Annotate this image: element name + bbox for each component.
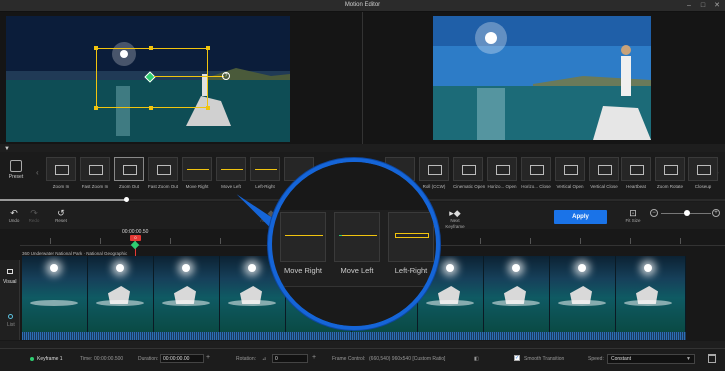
preset-move-left[interactable]: Move Left <box>216 157 246 189</box>
preset-zoom-in[interactable]: Zoom In <box>46 157 76 189</box>
close-icon[interactable]: ✕ <box>713 2 721 10</box>
preset-vertical-open[interactable]: Vertical Open <box>555 157 585 189</box>
undo-button[interactable]: ↶ Undo <box>3 208 25 224</box>
chevron-down-icon: ▼ <box>686 356 691 362</box>
title-bar: Motion Editor – □ ✕ <box>0 0 725 12</box>
audio-waveform <box>22 332 686 340</box>
clip-frame <box>22 256 88 332</box>
zoom-out-icon[interactable]: − <box>650 209 658 217</box>
keyframe-label: Keyframe 1 <box>37 356 63 362</box>
magnified-preset-move-right <box>280 212 326 262</box>
time-value: 00:00:00.500 <box>94 356 124 362</box>
clip-frame <box>550 256 616 332</box>
magnified-preset-left-right <box>388 212 434 262</box>
fit-size-button[interactable]: ⊡ Fit Size <box>622 208 644 224</box>
rotation-field[interactable]: 0 <box>272 354 308 363</box>
preset-cinematic-open[interactable]: Cinematic Open <box>453 157 485 189</box>
reset-button[interactable]: ↺ Reset <box>50 208 72 224</box>
preset-scrollbar-fill <box>0 199 126 201</box>
clip-frame <box>484 256 550 332</box>
next-keyframe-icon: ▸◆ <box>449 208 461 218</box>
zoom-in-icon[interactable]: + <box>712 209 720 217</box>
clip-frame <box>154 256 220 332</box>
crop-handle-top[interactable] <box>149 46 153 50</box>
frame-control-value[interactable]: (660,540) 960x540 [Custom Ratio] <box>369 356 445 362</box>
preset-prev-icon[interactable]: ‹ <box>36 168 39 177</box>
time-label: Time: <box>80 356 93 362</box>
duration-increment-icon[interactable]: + <box>206 354 210 361</box>
rotation-label: Rotation: <box>236 356 257 362</box>
clip-frame <box>88 256 154 332</box>
preset-vertical-close[interactable]: Vertical Close <box>589 157 619 189</box>
preset-fast-zoom-out[interactable]: Fast Zoom Out <box>148 157 178 189</box>
redo-icon: ↷ <box>30 208 38 218</box>
crop-handle-bottom[interactable] <box>149 106 153 110</box>
next-keyframe-button[interactable]: ▸◆ Next Keyframe <box>442 208 468 230</box>
crop-handle-br[interactable] <box>206 106 210 110</box>
output-preview <box>433 16 651 140</box>
preset-button[interactable]: Preset <box>4 160 28 180</box>
motion-end-icon[interactable]: ? <box>222 72 230 80</box>
motion-path <box>154 76 224 77</box>
preset-scroll-handle[interactable] <box>124 197 129 202</box>
visual-icon <box>7 269 13 274</box>
minimize-icon[interactable]: – <box>685 2 693 10</box>
reset-icon: ↺ <box>57 208 65 218</box>
speed-select[interactable]: Constant ▼ <box>607 354 695 364</box>
preset-zoom-rotate[interactable]: Zoom Rotate <box>655 157 685 189</box>
magnified-preset-move-left <box>334 212 380 262</box>
rotation-icon: ⊿ <box>262 356 267 362</box>
preset-closeup[interactable]: Closeup <box>688 157 718 189</box>
crop-handle-tr[interactable] <box>206 46 210 50</box>
frame-control-menu-icon[interactable]: ◧ <box>474 356 479 362</box>
crop-handle-bl[interactable] <box>94 106 98 110</box>
redo-button[interactable]: ↷ Redo <box>23 208 45 224</box>
preview-divider <box>362 12 363 144</box>
fit-size-icon: ⊡ <box>629 208 637 218</box>
speed-label: Speed: <box>588 356 604 362</box>
window-title: Motion Editor <box>344 2 381 8</box>
rotation-increment-icon[interactable]: + <box>312 354 316 361</box>
preset-horizontal-close[interactable]: Horizo... Close <box>521 157 551 189</box>
undo-icon: ↶ <box>10 208 18 218</box>
smooth-transition-label: Smooth Transition <box>524 356 565 362</box>
output-image <box>433 16 651 140</box>
preset-zoom-out[interactable]: Zoom Out <box>114 157 144 189</box>
duration-label: Duration: <box>138 356 159 362</box>
apply-button[interactable]: Apply <box>554 210 607 224</box>
list-tab[interactable]: List <box>7 322 15 328</box>
preset-heartbeat[interactable]: Heartbeat <box>621 157 651 189</box>
magnifier-callout: Move Right Move Left Left-Right <box>268 158 440 330</box>
duration-field[interactable]: 00:00:00.00 <box>160 354 204 363</box>
delete-keyframe-icon[interactable] <box>708 354 716 363</box>
visual-tab[interactable]: Visual <box>3 279 17 285</box>
preset-fast-zoom-in[interactable]: Fast Zoom In <box>80 157 110 189</box>
crop-handle-tl[interactable] <box>94 46 98 50</box>
maximize-icon[interactable]: □ <box>699 2 707 10</box>
list-icon <box>8 314 13 319</box>
clip-frame <box>616 256 686 332</box>
smooth-transition-checkbox[interactable]: ✓ <box>514 355 520 361</box>
keyframe-dot-icon <box>30 357 34 361</box>
preset-horizontal-open[interactable]: Horizo... Open <box>487 157 517 189</box>
frame-control-label: Frame Control: <box>332 356 366 362</box>
window-controls: – □ ✕ <box>685 2 721 10</box>
preset-icon <box>10 160 22 172</box>
preset-move-right[interactable]: Move Right <box>182 157 212 189</box>
zoom-slider-handle[interactable] <box>684 210 690 216</box>
